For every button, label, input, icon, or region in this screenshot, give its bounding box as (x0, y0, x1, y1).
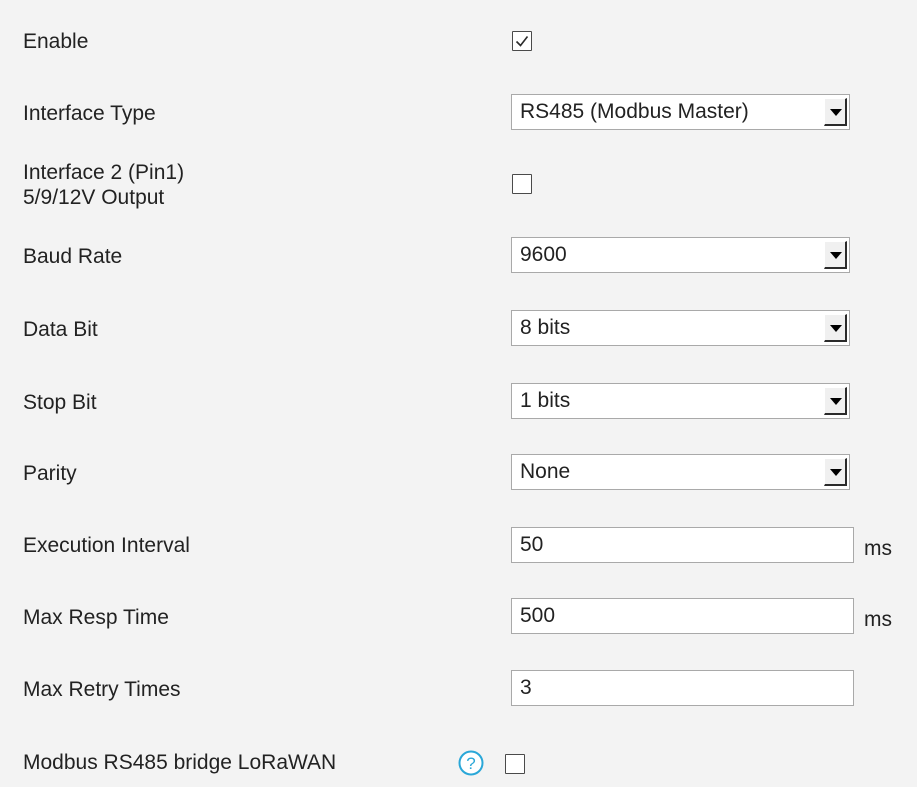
chevron-down-icon (830, 252, 842, 259)
max-resp-time-unit: ms (864, 608, 892, 631)
interface2-output-label-line2: 5/9/12V Output (23, 186, 165, 209)
bridge-lorawan-label: Modbus RS485 bridge LoRaWAN (23, 751, 337, 774)
chevron-down-icon (830, 469, 842, 476)
parity-value: None (520, 460, 571, 483)
data-bit-value: 8 bits (520, 316, 571, 339)
execution-interval-unit: ms (864, 537, 892, 560)
interface2-output-label-line1: Interface 2 (Pin1) (23, 161, 185, 184)
interface-type-label: Interface Type (23, 102, 156, 125)
chevron-down-icon (830, 109, 842, 116)
bridge-lorawan-checkbox[interactable] (505, 754, 525, 774)
execution-interval-input[interactable]: 50 (511, 527, 854, 563)
max-resp-time-label: Max Resp Time (23, 606, 169, 629)
chevron-down-icon (830, 325, 842, 332)
max-resp-time-input[interactable]: 500 (511, 598, 854, 634)
interface2-output-checkbox[interactable] (512, 174, 532, 194)
parity-select[interactable]: None (511, 454, 850, 490)
svg-text:?: ? (466, 754, 475, 773)
data-bit-select[interactable]: 8 bits (511, 310, 850, 346)
max-retry-times-label: Max Retry Times (23, 678, 181, 701)
baud-rate-select[interactable]: 9600 (511, 237, 850, 273)
interface-type-dropdown-button[interactable] (824, 98, 847, 126)
chevron-down-icon (830, 398, 842, 405)
interface-type-value: RS485 (Modbus Master) (520, 100, 749, 123)
serial-settings-panel: Enable Interface Type RS485 (Modbus Mast… (0, 0, 917, 787)
baud-rate-value: 9600 (520, 243, 567, 266)
interface-type-select[interactable]: RS485 (Modbus Master) (511, 94, 850, 130)
execution-interval-label: Execution Interval (23, 534, 190, 557)
baud-rate-dropdown-button[interactable] (824, 241, 847, 269)
baud-rate-label: Baud Rate (23, 245, 123, 268)
parity-label: Parity (23, 462, 77, 485)
max-retry-times-input[interactable]: 3 (511, 670, 854, 706)
enable-label: Enable (23, 30, 89, 53)
checkmark-icon (515, 36, 529, 47)
question-circle-icon[interactable]: ? (458, 750, 484, 776)
parity-dropdown-button[interactable] (824, 458, 847, 486)
data-bit-dropdown-button[interactable] (824, 314, 847, 342)
interface2-output-label: Interface 2 (Pin1) 5/9/12V Output (23, 160, 184, 210)
stop-bit-select[interactable]: 1 bits (511, 383, 850, 419)
data-bit-label: Data Bit (23, 318, 98, 341)
stop-bit-value: 1 bits (520, 389, 571, 412)
stop-bit-label: Stop Bit (23, 391, 97, 414)
stop-bit-dropdown-button[interactable] (824, 387, 847, 415)
enable-checkbox[interactable] (512, 31, 532, 51)
